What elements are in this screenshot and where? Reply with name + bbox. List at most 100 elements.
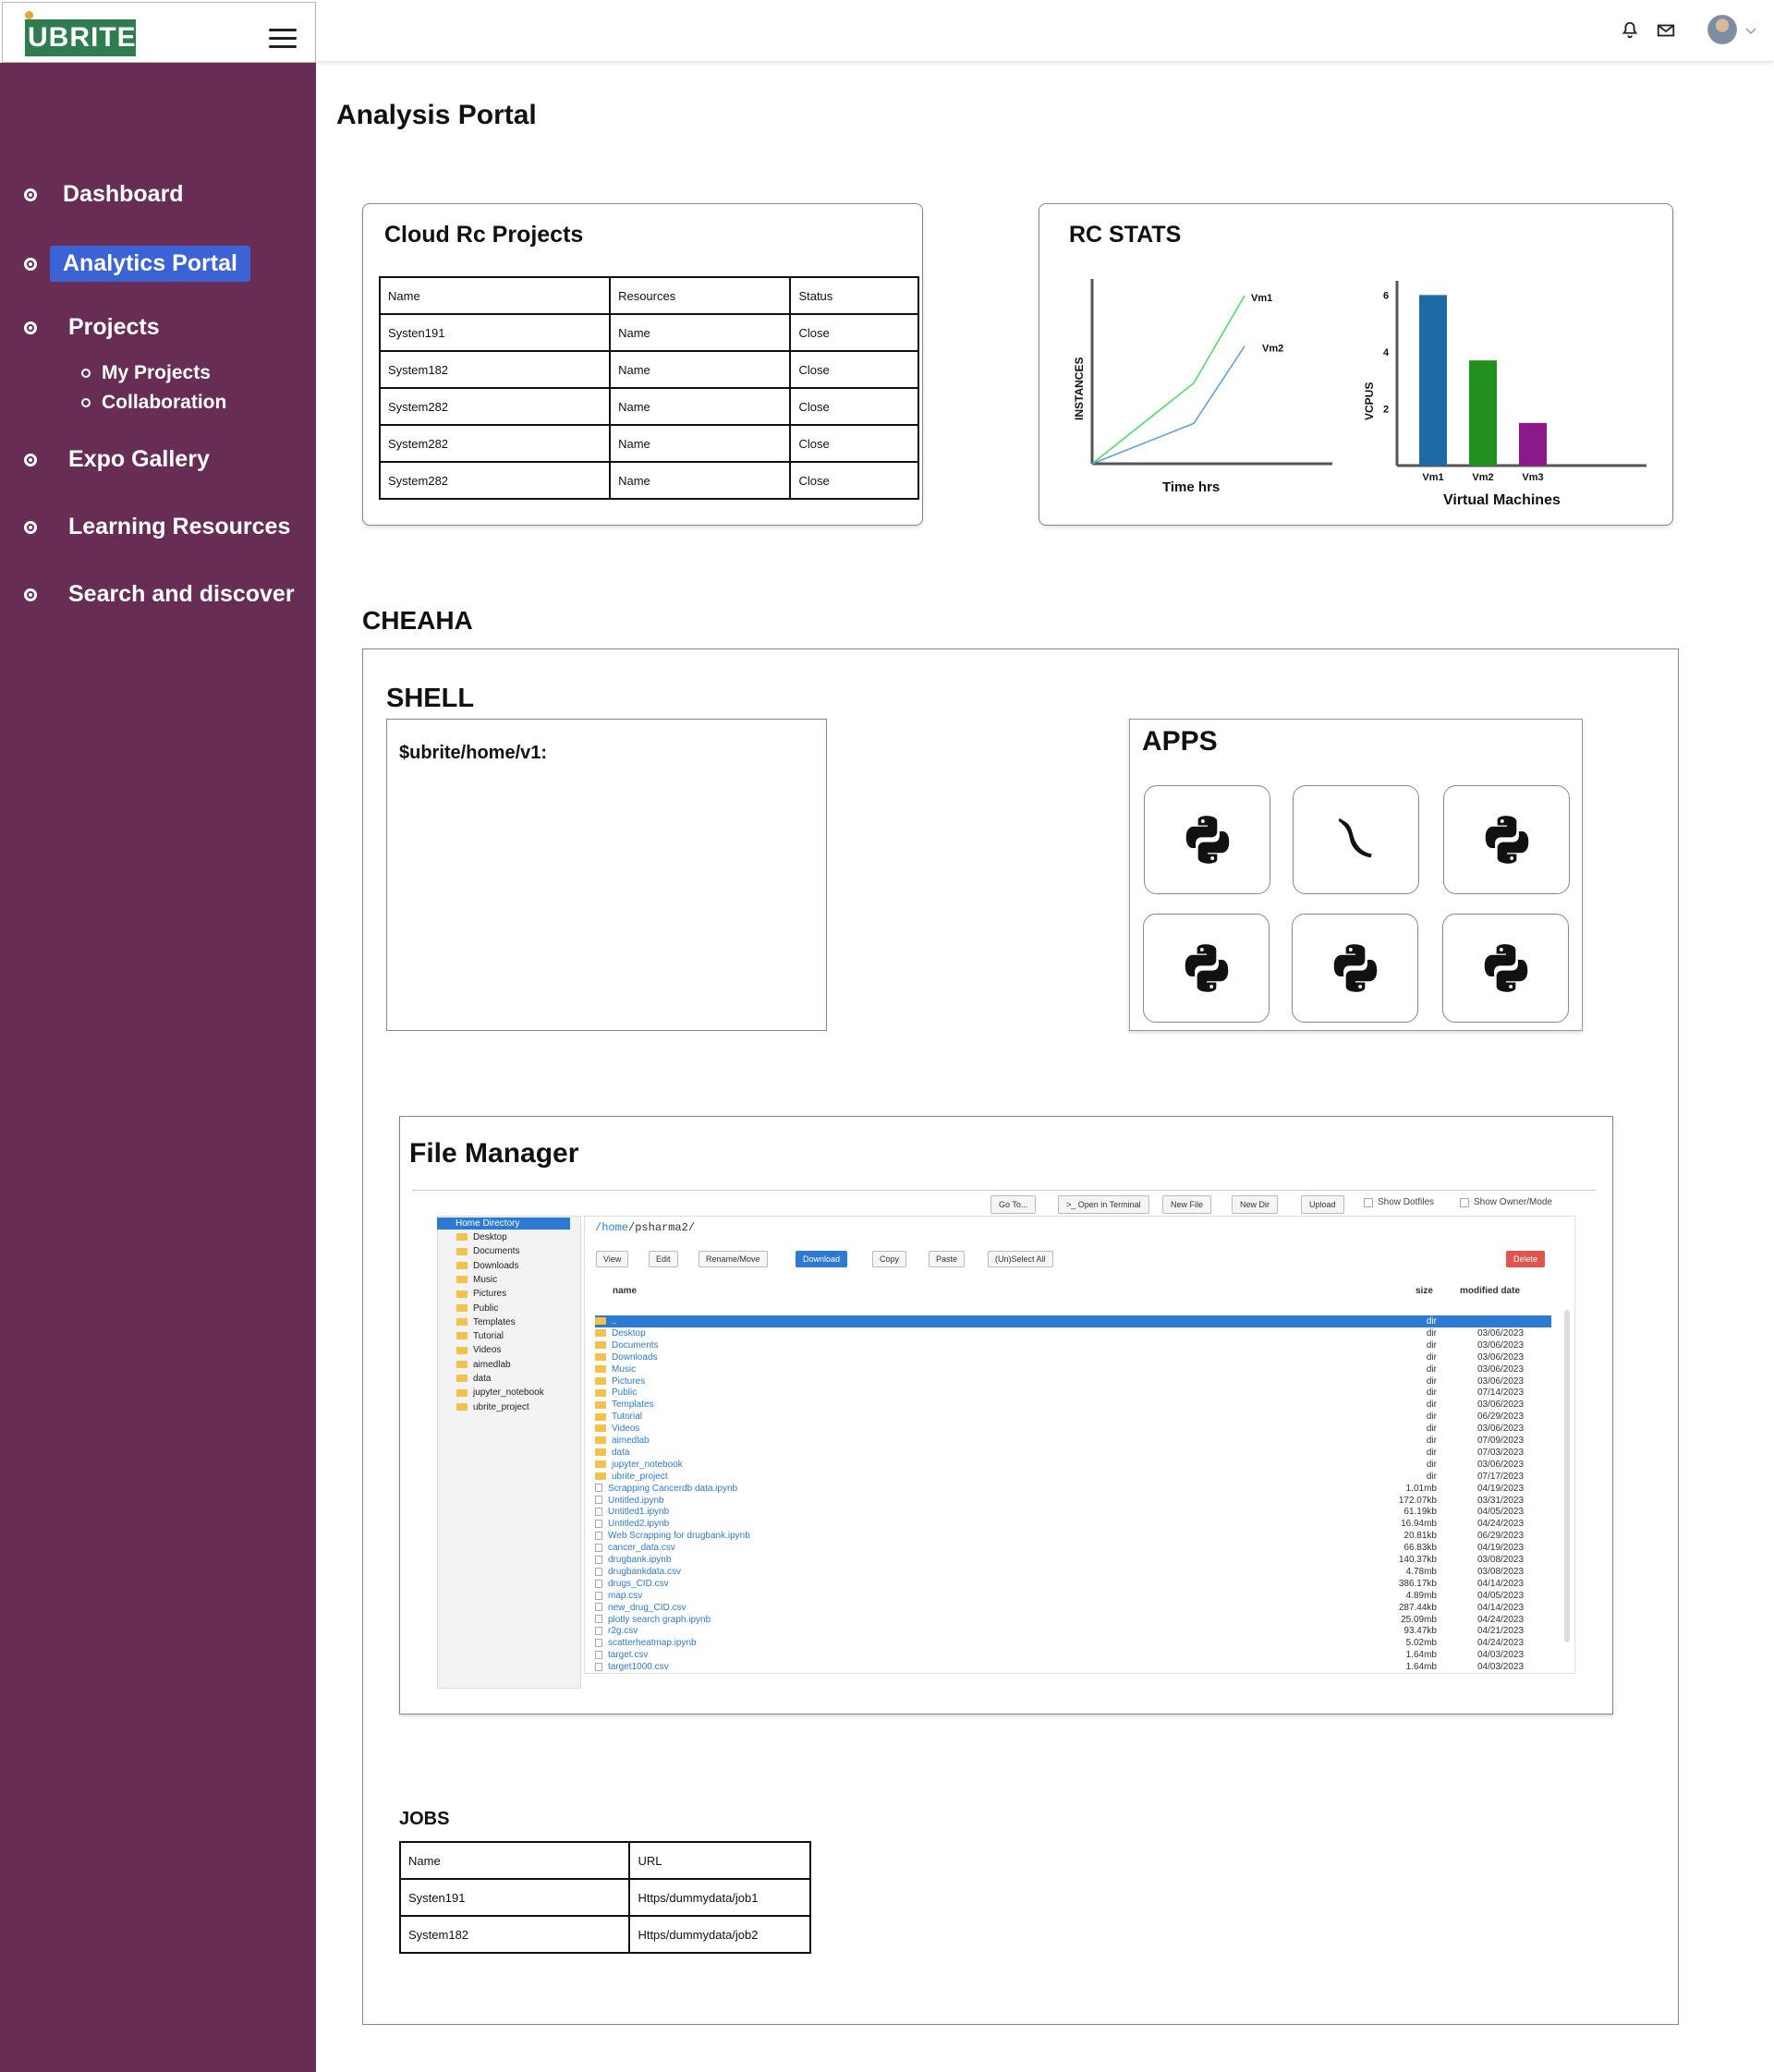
table-row[interactable]: Systen191 Https/dummydata/job1 — [398, 1878, 811, 1917]
tree-item[interactable]: Videos — [456, 1343, 501, 1357]
column-header-name[interactable]: name — [613, 1286, 637, 1296]
column-header-modified-date[interactable]: modified date — [1460, 1286, 1520, 1296]
file-row[interactable]: data dir 07/03/2023 — [595, 1447, 1551, 1459]
file-row[interactable]: ubrite_project dir 07/17/2023 — [595, 1471, 1551, 1483]
table-row[interactable]: System182 Name Close — [378, 350, 919, 389]
sidebar-subitem-my-projects[interactable]: My Projects — [81, 362, 211, 384]
tree-item[interactable]: data — [456, 1372, 491, 1386]
chevron-down-icon[interactable] — [1744, 24, 1757, 37]
file-row[interactable]: target.csv 1.64mb 04/03/2023 — [595, 1649, 1551, 1661]
table-row[interactable]: System282 Name Close — [378, 424, 919, 463]
sidebar-item-projects[interactable]: Projects — [24, 314, 160, 341]
view-button[interactable]: View — [596, 1251, 629, 1267]
file-row[interactable]: Videos dir 03/06/2023 — [595, 1423, 1551, 1435]
show-owner-checkbox[interactable]: Show Owner/Mode — [1460, 1197, 1552, 1207]
file-row[interactable]: plotly search graph.ipynb 25.09mb 04/24/20… — [595, 1614, 1551, 1626]
file-row[interactable]: Documents dir 03/06/2023 — [595, 1339, 1551, 1351]
sidebar-item-analytics-portal[interactable]: Analytics Portal — [24, 246, 250, 282]
tree-item[interactable]: Pictures — [456, 1287, 506, 1301]
table-row[interactable]: System282 Name Close — [378, 461, 919, 500]
show-dotfiles-checkbox[interactable]: Show Dotfiles — [1364, 1197, 1434, 1207]
sidebar-item-search-discover[interactable]: Search and discover — [24, 581, 295, 608]
delete-button[interactable]: Delete — [1506, 1251, 1546, 1267]
app-tile[interactable] — [1144, 785, 1270, 894]
user-avatar[interactable] — [1707, 15, 1737, 44]
sidebar-subitem-collaboration[interactable]: Collaboration — [81, 392, 226, 414]
tree-item[interactable]: Public — [456, 1302, 498, 1315]
paste-button[interactable]: Paste — [929, 1251, 966, 1267]
table-row[interactable]: System282 Name Close — [378, 387, 919, 426]
new-file-button[interactable]: New File — [1162, 1195, 1212, 1214]
bell-icon[interactable] — [1620, 20, 1640, 41]
ubrite-logo[interactable]: UBRITE — [25, 11, 136, 56]
sidebar-item-learning-resources[interactable]: Learning Resources — [24, 514, 290, 540]
file-row[interactable]: scatterheatmap.ipynb 5.02mb 04/24/2023 — [595, 1637, 1551, 1649]
mail-icon[interactable] — [1656, 20, 1676, 41]
file-row[interactable]: Scrapping Cancerdb data.ipynb 1.01mb 04/19… — [595, 1483, 1551, 1495]
edit-button[interactable]: Edit — [649, 1251, 678, 1267]
file-row[interactable]: Pictures dir 03/06/2023 — [595, 1375, 1551, 1387]
tree-item[interactable]: Desktop — [456, 1230, 507, 1244]
file-row[interactable]: Untitled2.ipynb 16.94mb 04/24/2023 — [595, 1518, 1551, 1530]
file-row[interactable]: Web Scrapping for drugbank.ipynb 20.81kb 0… — [595, 1530, 1551, 1542]
folder-icon — [595, 1364, 606, 1373]
open-terminal-button[interactable]: >_ Open in Terminal — [1058, 1195, 1149, 1214]
hamburger-menu-icon[interactable] — [269, 29, 297, 51]
table-row[interactable]: System182 Https/dummydata/job2 — [398, 1915, 811, 1954]
tree-root-home-directory[interactable]: Home Directory — [437, 1218, 570, 1230]
file-row[interactable]: new_drug_CID.csv 287.44kb 04/14/2023 — [595, 1602, 1551, 1614]
file-row[interactable]: Untitled.ipynb 172.07kb 03/31/2023 — [595, 1495, 1551, 1507]
tree-item[interactable]: jupyter_notebook — [456, 1386, 544, 1400]
file-row[interactable]: .. dir — [595, 1315, 1551, 1327]
upload-button[interactable]: Upload — [1301, 1195, 1344, 1214]
app-tile[interactable] — [1443, 785, 1570, 894]
select-all-button[interactable]: (Un)Select All — [988, 1251, 1053, 1267]
app-tile[interactable] — [1143, 914, 1270, 1023]
file-row[interactable]: Music dir 03/06/2023 — [595, 1363, 1551, 1375]
file-row[interactable]: Tutorial dir 06/29/2023 — [595, 1411, 1551, 1423]
tree-item[interactable]: Templates — [456, 1315, 516, 1329]
shell-terminal[interactable] — [386, 719, 827, 1031]
file-size: dir — [1426, 1316, 1437, 1327]
file-row[interactable]: Templates dir 03/06/2023 — [595, 1399, 1551, 1411]
file-row[interactable]: r2g.csv 93.47kb 04/21/2023 — [595, 1625, 1551, 1637]
file-row[interactable]: drugs_CID.csv 386.17kb 04/14/2023 — [595, 1578, 1551, 1590]
file-row[interactable]: jupyter_notebook dir 03/06/2023 — [595, 1459, 1551, 1471]
sidebar-item-expo-gallery[interactable]: Expo Gallery — [24, 446, 210, 473]
table-cell: System282 — [378, 461, 612, 500]
file-name: Public — [595, 1387, 637, 1399]
file-row[interactable]: drugbank.ipynb 140.37kb 03/08/2023 — [595, 1554, 1551, 1566]
file-row[interactable]: aimedlab dir 07/09/2023 — [595, 1435, 1551, 1447]
table-row[interactable]: Systen191 Name Close — [378, 313, 919, 352]
tree-item[interactable]: aimedlab — [456, 1358, 511, 1372]
new-dir-button[interactable]: New Dir — [1232, 1195, 1279, 1214]
app-tile[interactable] — [1293, 785, 1419, 894]
app-tile[interactable] — [1442, 914, 1569, 1023]
scrollbar[interactable] — [1564, 1310, 1570, 1642]
file-row[interactable]: Untitled1.ipynb 61.19kb 04/05/2023 — [595, 1506, 1551, 1518]
copy-button[interactable]: Copy — [872, 1251, 907, 1267]
instances-line-chart: Vm1 Vm2 Time hrs INSTANCES — [1073, 279, 1332, 495]
tree-item[interactable]: Documents — [456, 1244, 520, 1258]
tree-item[interactable]: ubrite_project — [456, 1400, 529, 1414]
file-row[interactable]: Desktop dir 03/06/2023 — [595, 1327, 1551, 1339]
rename-move-button[interactable]: Rename/Move — [699, 1251, 768, 1267]
sidebar-item-dashboard[interactable]: Dashboard — [24, 181, 184, 208]
file-row[interactable]: Downloads dir 03/06/2023 — [595, 1351, 1551, 1363]
tree-item[interactable]: Tutorial — [456, 1329, 504, 1343]
python-icon — [1484, 944, 1527, 992]
table-cell: System182 — [378, 350, 612, 389]
download-button[interactable]: Download — [796, 1251, 848, 1267]
tree-item[interactable]: Downloads — [456, 1259, 518, 1273]
tree-item[interactable]: Music — [456, 1273, 497, 1287]
bullet-icon — [24, 188, 37, 201]
file-row[interactable]: target1000.csv 1.64mb 04/03/2023 — [595, 1661, 1551, 1673]
app-tile[interactable] — [1292, 914, 1418, 1023]
goto-button[interactable]: Go To... — [990, 1195, 1037, 1214]
file-row[interactable]: cancer_data.csv 66.83kb 04/19/2023 — [595, 1542, 1551, 1554]
file-size: dir — [1426, 1436, 1437, 1446]
column-header-size[interactable]: size — [1416, 1286, 1433, 1296]
file-row[interactable]: Public dir 07/14/2023 — [595, 1387, 1551, 1399]
file-row[interactable]: drugbankdata.csv 4.78mb 03/08/2023 — [595, 1566, 1551, 1578]
file-row[interactable]: map.csv 4.89mb 04/05/2023 — [595, 1590, 1551, 1602]
